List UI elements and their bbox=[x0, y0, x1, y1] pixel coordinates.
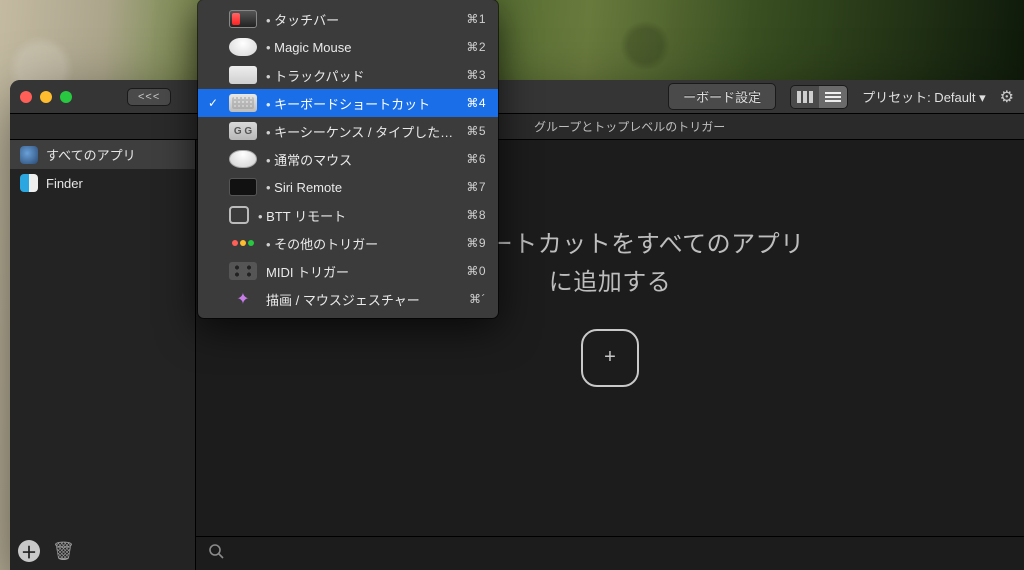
keyboard-icon bbox=[229, 94, 257, 112]
dropdown-item-shortcut: ⌘6 bbox=[466, 152, 486, 166]
sidebar-item-label: すべてのアプリ bbox=[46, 145, 136, 164]
gesture-icon: ✦ bbox=[229, 290, 257, 308]
dropdown-item-gestures[interactable]: ✦ 描画 / マウスジェスチャー ⌘´ bbox=[198, 285, 498, 313]
close-window-button[interactable] bbox=[20, 91, 32, 103]
titlebar: <<< ーボード設定 プリセット: Default ▾ ⚙︎ bbox=[10, 80, 1024, 114]
dropdown-item-label: タッチバー bbox=[266, 10, 457, 29]
keyboard-settings-button[interactable]: ーボード設定 bbox=[668, 83, 776, 110]
dropdown-item-label: 描画 / マウスジェスチャー bbox=[266, 290, 460, 309]
dropdown-item-label: トラックパッド bbox=[266, 66, 457, 85]
key-sequence-icon: G G bbox=[229, 122, 257, 140]
dropdown-item-label: その他のトリガー bbox=[266, 234, 457, 253]
view-mode-columns[interactable] bbox=[791, 86, 819, 108]
dropdown-item-other-triggers[interactable]: その他のトリガー ⌘9 bbox=[198, 229, 498, 257]
dropdown-item-midi[interactable]: MIDI トリガー ⌘0 bbox=[198, 257, 498, 285]
trash-icon[interactable]: 🗑 bbox=[52, 541, 75, 562]
add-trigger-button[interactable]: + bbox=[581, 329, 639, 387]
trackpad-icon bbox=[229, 66, 257, 84]
dropdown-item-shortcut: ⌘2 bbox=[466, 40, 486, 54]
dropdown-item-label: キーシーケンス / タイプした単語 bbox=[266, 122, 457, 141]
dropdown-item-key-sequences[interactable]: G G キーシーケンス / タイプした単語 ⌘5 bbox=[198, 117, 498, 145]
dropdown-item-touchbar[interactable]: タッチバー ⌘1 bbox=[198, 5, 498, 33]
sidebar-item-all-apps[interactable]: すべてのアプリ bbox=[10, 140, 195, 169]
magic-mouse-icon bbox=[229, 38, 257, 56]
chevron-down-icon: ▾ bbox=[979, 90, 986, 105]
sidebar-item-finder[interactable]: Finder bbox=[10, 169, 195, 197]
dropdown-item-shortcut: ⌘´ bbox=[469, 292, 486, 306]
dropdown-item-shortcut: ⌘9 bbox=[466, 236, 486, 250]
midi-icon bbox=[229, 262, 257, 280]
dropdown-item-keyboard-shortcuts[interactable]: ✓ キーボードショートカット ⌘4 bbox=[198, 89, 498, 117]
dropdown-item-shortcut: ⌘7 bbox=[466, 180, 486, 194]
touchbar-icon bbox=[229, 10, 257, 28]
siri-remote-icon bbox=[229, 178, 257, 196]
other-triggers-icon bbox=[229, 234, 257, 252]
sidebar-footer: ＋ 🗑 bbox=[10, 532, 195, 570]
dropdown-item-label: Siri Remote bbox=[266, 180, 457, 195]
dropdown-item-magic-mouse[interactable]: Magic Mouse ⌘2 bbox=[198, 33, 498, 61]
plus-icon: + bbox=[604, 346, 616, 369]
gear-icon[interactable]: ⚙︎ bbox=[1000, 87, 1014, 107]
back-button[interactable]: <<< bbox=[127, 88, 171, 106]
minimize-window-button[interactable] bbox=[40, 91, 52, 103]
globe-icon bbox=[20, 146, 38, 164]
zoom-window-button[interactable] bbox=[60, 91, 72, 103]
dropdown-item-siri-remote[interactable]: Siri Remote ⌘7 bbox=[198, 173, 498, 201]
dropdown-item-shortcut: ⌘1 bbox=[466, 12, 486, 26]
dropdown-item-label: キーボードショートカット bbox=[266, 94, 457, 113]
dropdown-item-label: BTT リモート bbox=[258, 206, 457, 225]
search-icon[interactable] bbox=[208, 543, 224, 564]
dropdown-item-btt-remote[interactable]: BTT リモート ⌘8 bbox=[198, 201, 498, 229]
dropdown-item-label: 通常のマウス bbox=[266, 150, 457, 169]
sidebar-item-label: Finder bbox=[46, 176, 83, 191]
check-icon: ✓ bbox=[206, 96, 220, 110]
btt-remote-icon bbox=[229, 206, 249, 224]
view-mode-list[interactable] bbox=[819, 86, 847, 108]
app-window: <<< ーボード設定 プリセット: Default ▾ ⚙︎ グループとトップレ… bbox=[10, 80, 1024, 570]
window-traffic-lights[interactable] bbox=[20, 91, 72, 103]
dropdown-item-label: Magic Mouse bbox=[266, 40, 457, 55]
main-footer bbox=[196, 536, 1024, 570]
column-header-label: グループとトップレベルのトリガー bbox=[534, 118, 725, 135]
view-mode-segmented[interactable] bbox=[790, 85, 848, 109]
mouse-icon bbox=[229, 150, 257, 168]
dropdown-item-shortcut: ⌘4 bbox=[466, 96, 486, 110]
add-app-button[interactable]: ＋ bbox=[18, 540, 40, 562]
trigger-type-dropdown[interactable]: タッチバー ⌘1 Magic Mouse ⌘2 トラックパッド ⌘3 ✓ キーボ… bbox=[198, 0, 498, 318]
column-header: グループとトップレベルのトリガー bbox=[10, 114, 1024, 140]
finder-icon bbox=[20, 174, 38, 192]
sidebar: すべてのアプリ Finder ＋ 🗑 bbox=[10, 140, 196, 570]
dropdown-item-trackpad[interactable]: トラックパッド ⌘3 bbox=[198, 61, 498, 89]
dropdown-item-label: MIDI トリガー bbox=[266, 262, 457, 281]
dropdown-item-shortcut: ⌘3 bbox=[466, 68, 486, 82]
dropdown-item-shortcut: ⌘5 bbox=[466, 124, 486, 138]
preset-label: プリセット: Default bbox=[862, 90, 975, 105]
dropdown-item-shortcut: ⌘8 bbox=[466, 208, 486, 222]
preset-selector[interactable]: プリセット: Default ▾ bbox=[862, 87, 986, 106]
dropdown-item-normal-mouse[interactable]: 通常のマウス ⌘6 bbox=[198, 145, 498, 173]
dropdown-item-shortcut: ⌘0 bbox=[466, 264, 486, 278]
